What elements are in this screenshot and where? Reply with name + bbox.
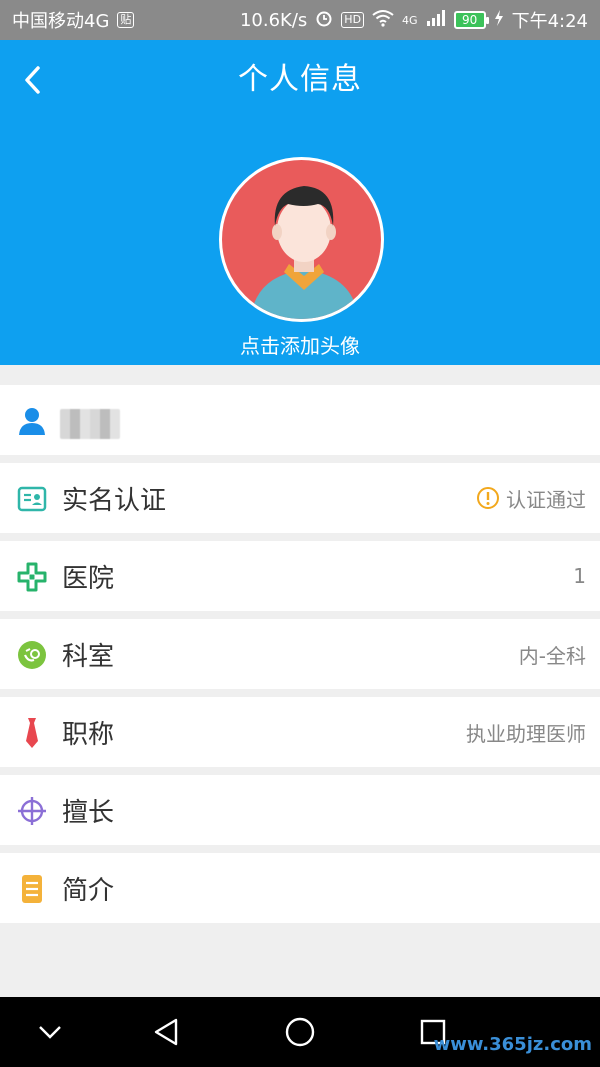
department-row[interactable]: 科室 内-全科 [0,619,600,689]
hospital-row[interactable]: 医院 1 [0,541,600,611]
status-bar: 中国移动4G 贴 10.6K/s HD 4G 90 下午4:24 [0,0,600,40]
default-avatar-icon [250,186,359,319]
row-label: 科室 [62,641,115,672]
charging-icon [494,9,504,31]
row-value: 执业助理医师 [466,721,586,746]
watermark-text: www.365jz.com [433,1034,592,1055]
row-value: 1 [573,564,586,588]
alarm-icon [315,9,333,32]
specialty-row[interactable]: 擅长 [0,775,600,845]
id-card-icon [16,483,48,515]
add-avatar-link[interactable]: 点击添加头像 [0,330,600,359]
collapse-button[interactable] [32,1014,68,1050]
battery-indicator: 90 [453,11,489,29]
profile-header: 个人信息 点击添加头像 [0,40,600,365]
user-icon [16,405,48,437]
row-value: 内-全科 [518,643,586,668]
real-name-verification-row[interactable]: 实名认证 认证通过 [0,463,600,533]
row-label: 职称 [62,719,115,750]
verification-status: 认证通过 [476,484,586,513]
network-speed: 10.6K/s [239,9,308,31]
sim-badge: 贴 [117,12,135,28]
carrier-text: 中国移动4G [12,11,110,32]
target-icon [16,795,48,827]
document-icon [16,873,48,905]
system-nav-bar: www.365jz.com [0,997,600,1067]
avatar[interactable] [219,157,384,322]
home-circle-icon [285,1017,315,1047]
verification-status-text: 认证通过 [506,487,586,512]
signal-icon [426,9,446,31]
tie-icon [16,717,48,749]
clock-text: 下午4:24 [511,11,588,32]
warning-icon [477,487,499,509]
redacted-name [60,409,120,439]
nav-home-button[interactable] [282,1014,318,1050]
name-row[interactable] [0,385,600,455]
job-title-row[interactable]: 职称 执业助理医师 [0,697,600,767]
chevron-down-icon [39,1026,61,1039]
introduction-row[interactable]: 简介 [0,853,600,923]
wifi-icon [372,9,394,32]
page-title: 个人信息 [238,62,362,97]
triangle-back-icon [154,1018,178,1046]
hospital-icon [16,561,48,593]
department-icon [16,639,48,671]
row-label: 简介 [62,875,115,906]
row-label: 医院 [62,563,115,594]
network-type: 4G [402,13,418,27]
row-label: 实名认证 [62,485,167,516]
row-label: 擅长 [62,797,115,828]
nav-back-button[interactable] [148,1014,184,1050]
hd-badge: HD [341,12,365,28]
